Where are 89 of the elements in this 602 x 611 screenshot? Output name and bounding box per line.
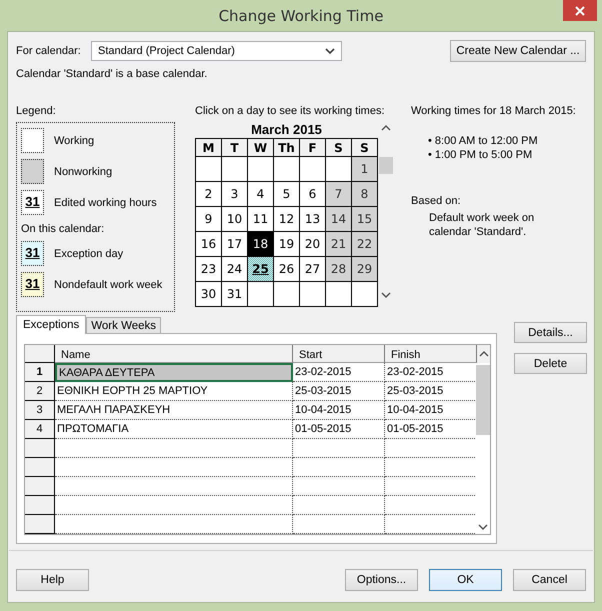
footer-button[interactable]: Options...: [345, 569, 418, 591]
side-button[interactable]: Details...: [514, 322, 587, 343]
month-title: March 2015: [250, 121, 323, 138]
side-button[interactable]: Delete: [514, 353, 587, 374]
tab[interactable]: Exceptions: [16, 315, 86, 334]
info-text: Calendar 'Standard' is a base calendar.: [16, 68, 208, 80]
row-number[interactable]: 1: [25, 363, 55, 382]
create-calendar-button[interactable]: Create New Calendar ...: [450, 40, 586, 62]
day-cell[interactable]: 10: [222, 207, 248, 232]
footer-button[interactable]: Cancel: [513, 569, 586, 591]
day-cell[interactable]: 17: [222, 232, 248, 257]
row-header[interactable]: [25, 496, 55, 515]
row-header[interactable]: [25, 439, 55, 458]
day-cell[interactable]: 5: [274, 182, 300, 207]
row-number[interactable]: 3: [25, 401, 55, 420]
day-cell[interactable]: 31: [222, 282, 248, 307]
legend-swatch: 31: [21, 241, 44, 266]
legend-label: Exception day: [54, 248, 124, 260]
day-cell[interactable]: 15: [352, 207, 378, 232]
day-cell[interactable]: 25: [248, 257, 274, 282]
table-cell: ΚΑΘΑΡΑ ΔΕΥΤΕΡΑ: [55, 363, 293, 382]
close-icon: [575, 6, 585, 16]
legend-title: Legend:: [16, 105, 56, 119]
row-header[interactable]: [25, 458, 55, 477]
day-cell[interactable]: 16: [196, 232, 222, 257]
scroll-up-icon[interactable]: [381, 125, 391, 131]
table-cell: ΜΕΓΑΛΗ ΠΑΡΑΣΚΕΥΗ: [55, 401, 293, 420]
day-cell[interactable]: 23: [196, 257, 222, 282]
day-cell[interactable]: 11: [248, 207, 274, 232]
day-cell[interactable]: 9: [196, 207, 222, 232]
legend-label: Edited working hours: [54, 196, 157, 208]
day-cell[interactable]: 28: [326, 257, 352, 282]
day-cell[interactable]: 7: [326, 182, 352, 207]
day-cell[interactable]: 21: [326, 232, 352, 257]
scroll-up-icon[interactable]: [479, 351, 489, 357]
table-cell: 25-03-2015: [293, 382, 385, 401]
tab[interactable]: Work Weeks: [86, 317, 162, 333]
day-cell[interactable]: 19: [274, 232, 300, 257]
working-time: • 1:00 PM to 5:00 PM: [428, 148, 534, 162]
based-on-label: Based on:: [411, 195, 462, 207]
working-time: • 8:00 AM to 12:00 PM: [428, 134, 539, 148]
close-button[interactable]: [563, 0, 597, 21]
day-cell[interactable]: 14: [326, 207, 352, 232]
working-times-heading: Working times for 18 March 2015:: [411, 105, 576, 119]
day-cell[interactable]: 4: [248, 182, 274, 207]
legend-swatch: 31: [21, 190, 44, 215]
day-cell[interactable]: 26: [274, 257, 300, 282]
day-cell[interactable]: 2: [196, 182, 222, 207]
footer-button[interactable]: OK: [429, 569, 502, 591]
legend-swatch: [21, 159, 44, 184]
calendar-instruction: Click on a day to see its working times:: [195, 105, 385, 119]
legend-label: Nondefault work week: [54, 278, 162, 290]
row-header[interactable]: [25, 515, 55, 534]
table-cell: ΕΘΝΙΚΗ ΕΟΡΤΗ 25 ΜΑΡΤΙΟΥ: [55, 382, 293, 401]
day-cell[interactable]: 8: [352, 182, 378, 207]
legend-swatch: 31: [21, 272, 44, 297]
scroll-thumb[interactable]: [476, 365, 490, 435]
legend-subtitle: On this calendar:: [21, 223, 106, 235]
table-cell: 10-04-2015: [293, 401, 385, 420]
scroll-down-icon[interactable]: [478, 524, 488, 530]
table-cell: ΠΡΩΤΟΜΑΓΙΑ: [55, 420, 293, 439]
day-cell[interactable]: 30: [196, 282, 222, 307]
day-cell[interactable]: 1: [352, 157, 378, 182]
day-cell[interactable]: 6: [300, 182, 326, 207]
day-cell[interactable]: 22: [352, 232, 378, 257]
day-cell[interactable]: 13: [300, 207, 326, 232]
scroll-thumb[interactable]: [379, 157, 393, 174]
legend-swatch: [21, 128, 44, 153]
row-header[interactable]: [25, 477, 55, 496]
day-cell[interactable]: 18: [248, 232, 274, 257]
legend-label: Working: [54, 134, 94, 146]
table-cell: 01-05-2015: [293, 420, 385, 439]
calendar-dropdown[interactable]: Standard (Project Calendar): [91, 41, 342, 61]
day-cell[interactable]: 20: [300, 232, 326, 257]
day-cell[interactable]: 3: [222, 182, 248, 207]
table-cell: 23-02-2015: [293, 363, 385, 382]
caret-icon: [325, 48, 335, 54]
day-cell[interactable]: 29: [352, 257, 378, 282]
row-number[interactable]: 2: [25, 382, 55, 401]
day-cell[interactable]: 12: [274, 207, 300, 232]
scroll-down-icon[interactable]: [381, 292, 391, 298]
footer-button[interactable]: Help: [16, 569, 89, 591]
legend-label: Nonworking: [54, 166, 112, 178]
day-cell[interactable]: 24: [222, 257, 248, 282]
row-number[interactable]: 4: [25, 420, 55, 439]
based-on-text: Default work week on calendar 'Standard'.: [428, 211, 536, 239]
window-title: Change Working Time: [218, 6, 384, 24]
day-cell[interactable]: 27: [300, 257, 326, 282]
calendar-label: For calendar:: [16, 45, 82, 57]
